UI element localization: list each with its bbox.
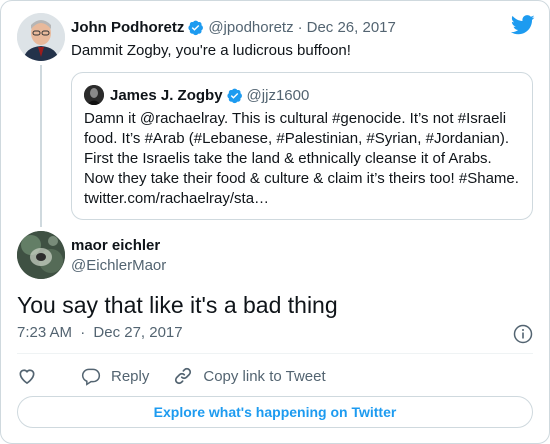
reply-timestamp[interactable]: 7:23 AM · Dec 27, 2017	[17, 324, 183, 341]
parent-tweet-text: Dammit Zogby, you're a ludicrous buffoon…	[71, 42, 351, 59]
quoted-text-line: First the Israelis take the land & ethni…	[84, 150, 492, 167]
avatar-john-podhoretz[interactable]	[17, 13, 65, 61]
thread-connector-line	[40, 65, 42, 227]
parent-tweet-header: John Podhoretz @jpodhoretz · Dec 26, 201…	[71, 17, 396, 37]
reply-button[interactable]: Reply	[81, 366, 149, 386]
explore-twitter-button[interactable]: Explore what's happening on Twitter	[17, 396, 533, 428]
separator-dot: ·	[297, 18, 303, 36]
twitter-bird-icon[interactable]	[510, 15, 535, 35]
heart-icon	[19, 369, 35, 385]
link-icon	[175, 367, 192, 385]
quoted-author-name: James J. Zogby	[110, 86, 223, 104]
separator-dot: ·	[80, 324, 86, 341]
quoted-text-line: Damn it @rachaelray. This is cultural #g…	[84, 110, 507, 127]
verified-badge-icon	[226, 87, 243, 104]
quoted-tweet-text: Damn it @rachaelray. This is cultural #g…	[84, 109, 524, 209]
reply-author-handle[interactable]: @EichlerMaor	[71, 257, 166, 274]
embedded-tweet-card: John Podhoretz @jpodhoretz · Dec 26, 201…	[0, 0, 550, 444]
quoted-tweet[interactable]: James J. Zogby @jjz1600 Damn it @rachael…	[71, 72, 533, 220]
quoted-text-line: food. It’s #Arab (#Lebanese, #Palestinia…	[84, 130, 509, 147]
reply-author-name[interactable]: maor eichler	[71, 237, 160, 254]
verified-badge-icon	[187, 19, 204, 36]
reply-tweet-text: You say that like it's a bad thing	[17, 292, 338, 318]
like-button[interactable]	[17, 366, 47, 386]
quoted-text-line: twitter.com/rachaelray/sta…	[84, 190, 270, 207]
reply-label: Reply	[111, 367, 150, 385]
tweet-date[interactable]: Dec 26, 2017	[307, 19, 396, 36]
quoted-tweet-header: James J. Zogby @jjz1600	[84, 85, 309, 105]
reply-time[interactable]: 7:23 AM	[17, 324, 72, 341]
avatar-james-zogby	[84, 85, 104, 105]
quoted-text-line: Now they take their food & culture & cla…	[84, 170, 519, 187]
actions-divider	[17, 353, 533, 354]
author-name[interactable]: John Podhoretz	[71, 19, 184, 36]
avatar-maor-eichler[interactable]	[17, 231, 65, 279]
copy-link-button[interactable]: Copy link to Tweet	[173, 366, 326, 386]
quoted-author-handle: @jjz1600	[246, 86, 310, 104]
info-icon[interactable]	[513, 324, 533, 344]
author-handle[interactable]: @jpodhoretz	[208, 19, 293, 36]
copy-link-label: Copy link to Tweet	[203, 367, 326, 385]
reply-icon	[81, 368, 101, 386]
tweet-actions-bar: Reply Copy link to Tweet	[17, 365, 350, 387]
reply-date[interactable]: Dec 27, 2017	[93, 324, 182, 341]
